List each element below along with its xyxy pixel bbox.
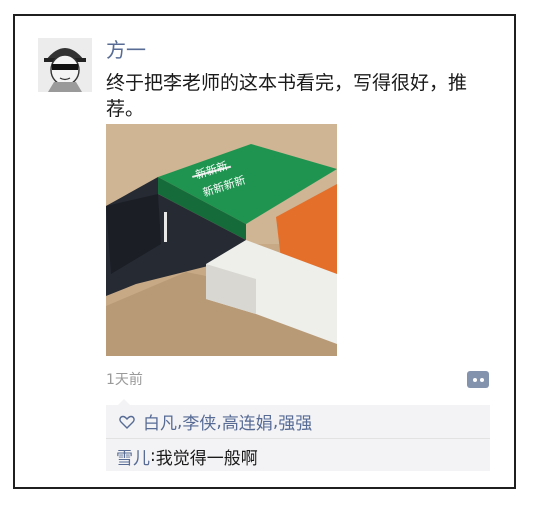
like-user[interactable]: 李侠 xyxy=(182,409,216,434)
comment-row[interactable]: 雪儿 : 我觉得一般啊 xyxy=(106,441,258,471)
post-time: 1天前 xyxy=(106,372,143,388)
avatar-image xyxy=(38,38,92,92)
heart-icon xyxy=(119,415,135,429)
interactions-panel: 白凡 , 李侠 , 高连娟 , 强强 雪儿 : 我觉得一般啊 xyxy=(106,399,490,471)
username[interactable]: 方一 xyxy=(106,38,146,62)
post-text: 终于把李老师的这本书看完，写得很好，推荐。 xyxy=(106,72,468,120)
post-photo[interactable]: 新新新 新新新新 xyxy=(106,124,337,356)
more-dot-icon xyxy=(472,377,477,382)
more-button[interactable] xyxy=(467,371,489,388)
comment-author[interactable]: 雪儿 xyxy=(116,444,150,469)
like-user[interactable]: 强强 xyxy=(278,409,312,434)
likes-row: 白凡 , 李侠 , 高连娟 , 强强 xyxy=(106,405,490,439)
more-dot-icon xyxy=(479,377,484,382)
comment-text: 我觉得一般啊 xyxy=(155,448,258,469)
like-user[interactable]: 白凡 xyxy=(143,409,177,434)
like-user[interactable]: 高连娟 xyxy=(222,409,273,434)
avatar[interactable] xyxy=(38,38,92,92)
